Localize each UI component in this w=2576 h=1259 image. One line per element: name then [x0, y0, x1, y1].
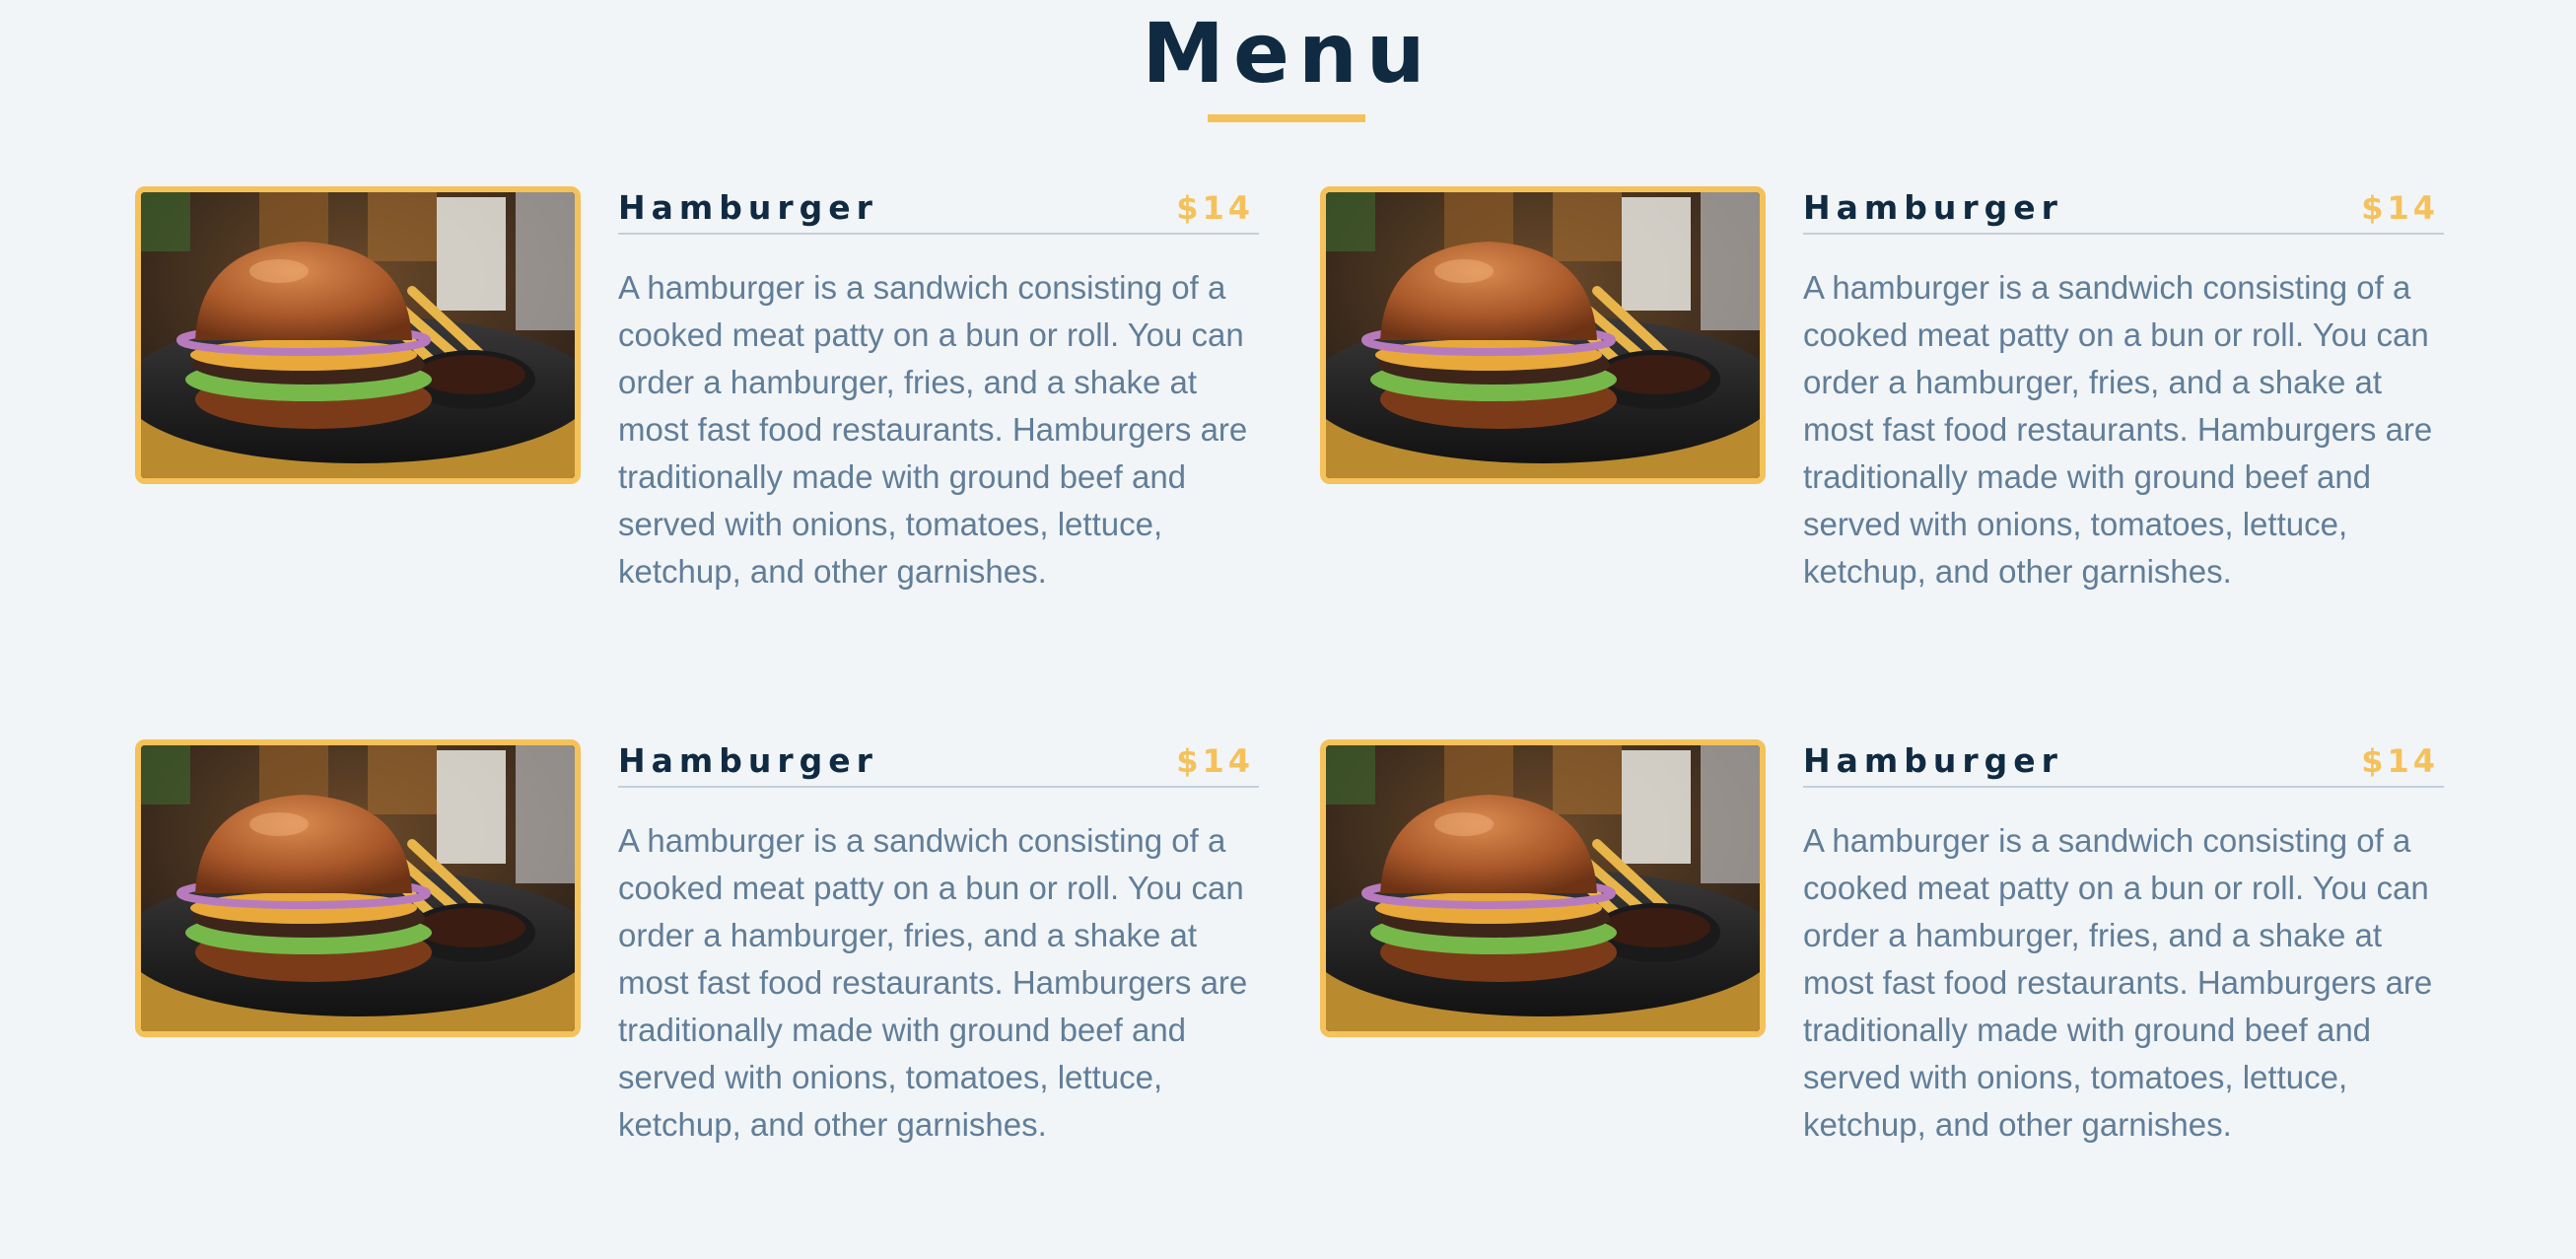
menu-item-name: Hamburger [618, 188, 878, 227]
menu-item-description: A hamburger is a sandwich consisting of … [1803, 269, 2433, 590]
menu-item-header: Hamburger $14 [1803, 739, 2444, 788]
menu-item-header: Hamburger $14 [618, 186, 1259, 235]
menu-item-name: Hamburger [618, 741, 878, 780]
menu-item-name: Hamburger [1803, 188, 2063, 227]
menu-item-description: A hamburger is a sandwich consisting of … [618, 822, 1248, 1143]
menu-item-header: Hamburger $14 [1803, 186, 2444, 235]
menu-item: Hamburger $14 A hamburger is a sandwich … [135, 186, 1259, 650]
menu-item-name: Hamburger [1803, 741, 2063, 780]
menu-item-description: A hamburger is a sandwich consisting of … [1803, 822, 2433, 1143]
menu-item-info: Hamburger $14 A hamburger is a sandwich … [1803, 739, 2444, 1149]
hamburger-photo [1320, 186, 1766, 484]
hamburger-photo [135, 186, 581, 484]
menu-item-header: Hamburger $14 [618, 739, 1259, 788]
menu-item: Hamburger $14 A hamburger is a sandwich … [1320, 186, 2444, 650]
menu-item-info: Hamburger $14 A hamburger is a sandwich … [618, 739, 1259, 1149]
menu-item-price: $14 [2361, 189, 2439, 227]
menu-item-info: Hamburger $14 A hamburger is a sandwich … [618, 186, 1259, 595]
menu-item-price: $14 [1176, 742, 1254, 780]
page-header: Menu [0, 0, 2576, 105]
title-underline [1208, 114, 1365, 122]
menu-item: Hamburger $14 A hamburger is a sandwich … [1320, 739, 2444, 1203]
menu-item-description: A hamburger is a sandwich consisting of … [618, 269, 1248, 590]
page-title: Menu [1142, 5, 1434, 102]
menu-item: Hamburger $14 A hamburger is a sandwich … [135, 739, 1259, 1203]
menu-item-price: $14 [1176, 189, 1254, 227]
hamburger-photo [1320, 739, 1766, 1037]
menu-item-price: $14 [2361, 742, 2439, 780]
menu-item-info: Hamburger $14 A hamburger is a sandwich … [1803, 186, 2444, 595]
hamburger-photo [135, 739, 581, 1037]
